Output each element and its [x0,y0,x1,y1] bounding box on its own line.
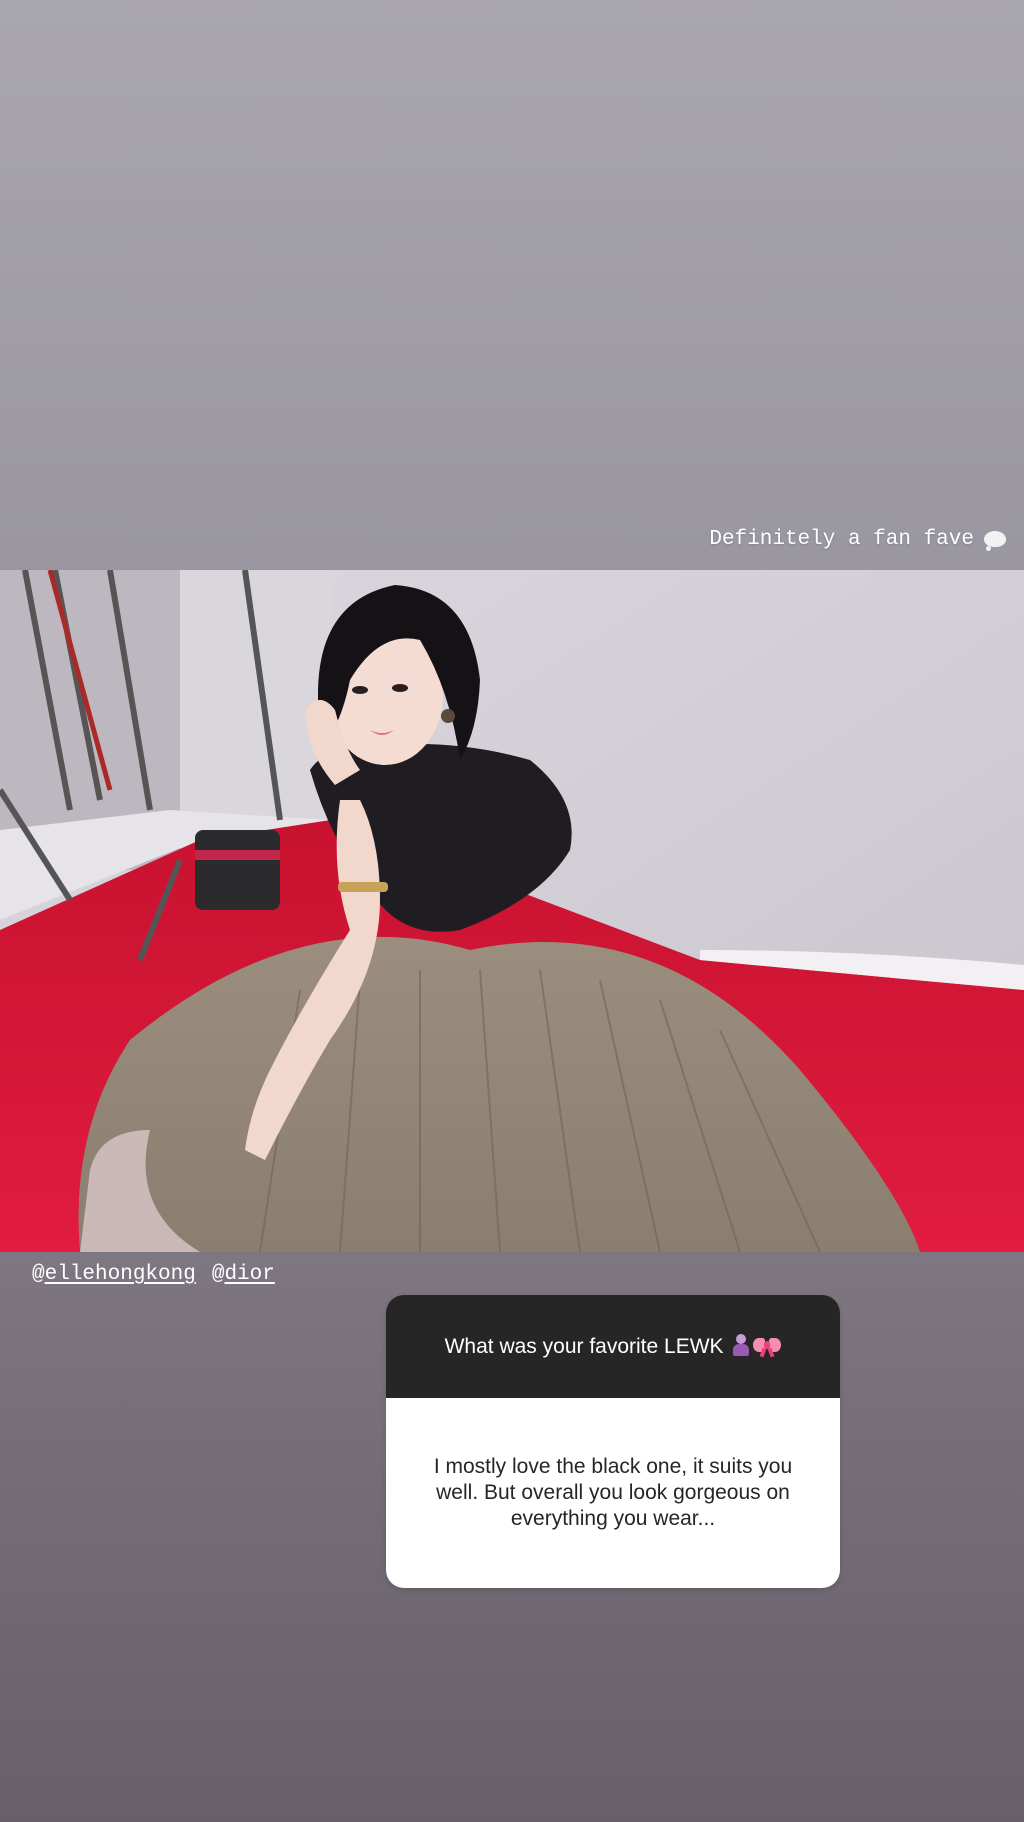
mention-handle: ellehongkong [44,1263,196,1286]
question-sticker[interactable]: What was your favorite LEWK I mostly lov… [386,1295,840,1588]
story-photo [0,570,1024,1252]
question-header: What was your favorite LEWK [386,1295,840,1398]
caption-text: Definitely a fan fave [709,528,974,551]
mention-at-sign: @ [211,1263,225,1286]
mention-dior[interactable]: @dior [212,1263,275,1286]
mention-at-sign: @ [32,1263,45,1286]
answer-body: I mostly love the black one, it suits yo… [386,1398,840,1588]
woman-dancing-emoji-icon [729,1333,753,1357]
thought-bubble-icon [984,530,1006,551]
mention-row: @ellehongkong @dior [32,1263,275,1286]
story-caption: Definitely a fan fave [709,528,1006,551]
ribbon-emoji-icon [753,1335,782,1358]
question-text-wrap: What was your favorite LEWK [445,1333,782,1360]
mention-handle: dior [224,1263,275,1286]
answer-text: I mostly love the black one, it suits yo… [433,1455,793,1530]
photo-illustration [0,570,1024,1252]
mention-ellehongkong[interactable]: @ellehongkong [32,1263,196,1286]
question-text: What was your favorite LEWK [444,1335,724,1358]
